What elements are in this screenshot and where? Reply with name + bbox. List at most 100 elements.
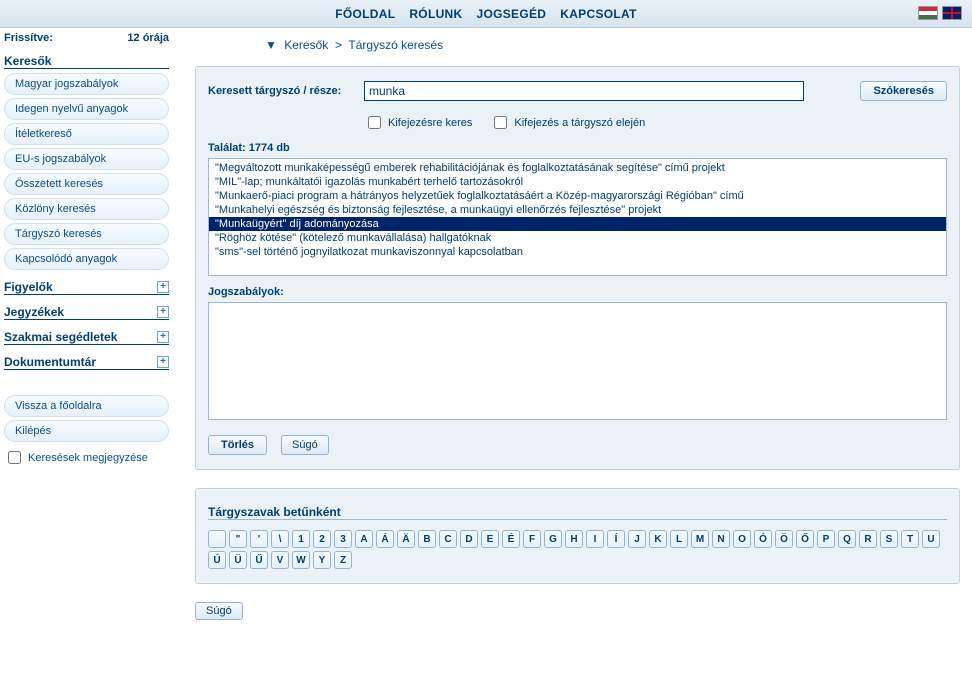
list-item[interactable]: "MIL"-lap; munkáltatói igazolás munkabér…	[209, 175, 946, 189]
help-button[interactable]: Súgó	[281, 435, 329, 455]
alpha-letter[interactable]: T	[901, 530, 919, 548]
alpha-letter[interactable]: H	[565, 530, 583, 548]
updated-value: 12 órája	[127, 32, 169, 44]
nav-főoldal[interactable]: FŐOLDAL	[335, 7, 395, 21]
search-button[interactable]: Szókeresés	[860, 81, 947, 101]
alpha-letter[interactable]: P	[817, 530, 835, 548]
help-button-bottom[interactable]: Súgó	[195, 602, 243, 620]
breadcrumb-part1[interactable]: Keresők	[284, 38, 328, 52]
flag-en-icon[interactable]	[942, 6, 962, 20]
alpha-letter[interactable]: Ó	[754, 530, 772, 548]
sidebar-item[interactable]: Vissza a főoldalra	[4, 395, 169, 417]
sidebar-section[interactable]: Jegyzékek+	[4, 305, 169, 320]
alpha-letter[interactable]: K	[649, 530, 667, 548]
sidebar-section[interactable]: Szakmai segédletek +	[4, 330, 169, 345]
jogszabalyok-textarea[interactable]	[208, 302, 947, 420]
list-item[interactable]: "Röghöz kötése" (kötelező munkavállalása…	[209, 231, 946, 245]
alpha-letter[interactable]: L	[670, 530, 688, 548]
alpha-letter[interactable]: N	[712, 530, 730, 548]
alpha-letter[interactable]: E	[481, 530, 499, 548]
sidebar-item[interactable]: Közlöny keresés	[4, 198, 169, 220]
alpha-letter[interactable]: Á	[376, 530, 394, 548]
check-phrase[interactable]: Kifejezésre keres	[364, 113, 472, 132]
alphabet-panel: Tárgyszavak betűnként "'\123AÁÄBCDEÉFGHI…	[195, 488, 960, 584]
clear-button[interactable]: Törlés	[208, 435, 267, 455]
top-bar: FŐOLDAL RÓLUNK JOGSEGÉD KAPCSOLAT	[0, 0, 972, 28]
list-item[interactable]: "Megváltozott munkaképességű emberek reh…	[209, 161, 946, 175]
list-item[interactable]: "Munkaügyért" díj adományozása	[209, 217, 946, 231]
alpha-letter[interactable]: É	[502, 530, 520, 548]
alpha-letter[interactable]: J	[628, 530, 646, 548]
alpha-letter[interactable]	[208, 530, 226, 548]
sidebar-item[interactable]: Kilépés	[4, 420, 169, 442]
alpha-letter[interactable]: Ü	[229, 551, 247, 569]
check-phrase-box[interactable]	[368, 116, 381, 129]
check-phrase-label: Kifejezésre keres	[388, 117, 472, 129]
breadcrumb: ▼ Keresők > Tárgyszó keresés	[265, 38, 960, 52]
alpha-letter[interactable]: Ö	[775, 530, 793, 548]
nav-kapcsolat[interactable]: KAPCSOLAT	[560, 7, 636, 21]
list-item[interactable]: "Munkahelyi egészség és biztonság fejles…	[209, 203, 946, 217]
alpha-letter[interactable]: Z	[334, 551, 352, 569]
sidebar-item[interactable]: Összetett keresés	[4, 173, 169, 195]
alpha-letter[interactable]: V	[271, 551, 289, 569]
sidebar-item[interactable]: Idegen nyelvű anyagok	[4, 98, 169, 120]
main-content: ▼ Keresők > Tárgyszó keresés Keresett tá…	[175, 28, 972, 640]
check-start[interactable]: Kifejezés a tárgyszó elején	[490, 113, 645, 132]
sidebar-section-label: Szakmai segédletek	[4, 330, 117, 344]
flag-hu-icon[interactable]	[918, 6, 938, 20]
alpha-letter[interactable]: R	[859, 530, 877, 548]
sidebar-section-label: Figyelők	[4, 280, 53, 294]
alpha-letter[interactable]: U	[922, 530, 940, 548]
plus-icon[interactable]: +	[157, 331, 169, 343]
alpha-letter[interactable]: 2	[313, 530, 331, 548]
alpha-letter[interactable]: Í	[607, 530, 625, 548]
sidebar-item[interactable]: Ítéletkereső	[4, 123, 169, 145]
alpha-letter[interactable]: A	[355, 530, 373, 548]
alpha-letter[interactable]: 1	[292, 530, 310, 548]
sidebar-item[interactable]: EU-s jogszabályok	[4, 148, 169, 170]
alpha-letter[interactable]: Ű	[250, 551, 268, 569]
nav-jogsegéd[interactable]: JOGSEGÉD	[476, 7, 546, 21]
sidebar-section[interactable]: Figyelők +	[4, 280, 169, 295]
alpha-letter[interactable]: Y	[313, 551, 331, 569]
nav-rólunk[interactable]: RÓLUNK	[409, 7, 462, 21]
alpha-letter[interactable]: I	[586, 530, 604, 548]
breadcrumb-part2: Tárgyszó keresés	[348, 38, 443, 52]
alpha-letter[interactable]: 3	[334, 530, 352, 548]
list-item[interactable]: "sms"-sel történő jognyilatkozat munkavi…	[209, 245, 946, 259]
sidebar-item[interactable]: Tárgyszó keresés	[4, 223, 169, 245]
check-start-box[interactable]	[494, 116, 507, 129]
plus-icon[interactable]: +	[157, 281, 169, 293]
top-nav: FŐOLDAL RÓLUNK JOGSEGÉD KAPCSOLAT	[335, 7, 636, 21]
alpha-letter[interactable]: Ő	[796, 530, 814, 548]
sidebar-item[interactable]: Kapcsolódó anyagok	[4, 248, 169, 270]
remember-searches-checkbox[interactable]	[8, 451, 21, 464]
alpha-letter[interactable]: O	[733, 530, 751, 548]
alpha-letter[interactable]: M	[691, 530, 709, 548]
alpha-letter[interactable]: '	[250, 530, 268, 548]
alpha-letter[interactable]: Q	[838, 530, 856, 548]
remember-searches-check[interactable]: Keresések megjegyzése	[4, 448, 169, 467]
alpha-letter[interactable]: G	[544, 530, 562, 548]
search-input[interactable]	[364, 81, 804, 101]
alpha-letter[interactable]: W	[292, 551, 310, 569]
updated-label: Frissítve:	[4, 32, 53, 44]
plus-icon[interactable]: +	[157, 306, 169, 318]
plus-icon[interactable]: +	[157, 356, 169, 368]
sidebar-section-label: Keresők	[4, 54, 51, 68]
alpha-letter[interactable]: Ú	[208, 551, 226, 569]
alpha-letter[interactable]: B	[418, 530, 436, 548]
list-item[interactable]: "Munkaerő-piaci program a hátrányos hely…	[209, 189, 946, 203]
alpha-letter[interactable]: Ä	[397, 530, 415, 548]
alpha-letter[interactable]: D	[460, 530, 478, 548]
alpha-letter[interactable]: "	[229, 530, 247, 548]
sidebar-item[interactable]: Magyar jogszabályok	[4, 73, 169, 95]
sidebar-section[interactable]: Dokumentumtár+	[4, 355, 169, 370]
alpha-letter[interactable]: S	[880, 530, 898, 548]
alpha-letter[interactable]: \	[271, 530, 289, 548]
triangle-down-icon: ▼	[265, 38, 277, 52]
results-listbox[interactable]: "Megváltozott munkaképességű emberek reh…	[208, 158, 947, 276]
alpha-letter[interactable]: C	[439, 530, 457, 548]
alpha-letter[interactable]: F	[523, 530, 541, 548]
